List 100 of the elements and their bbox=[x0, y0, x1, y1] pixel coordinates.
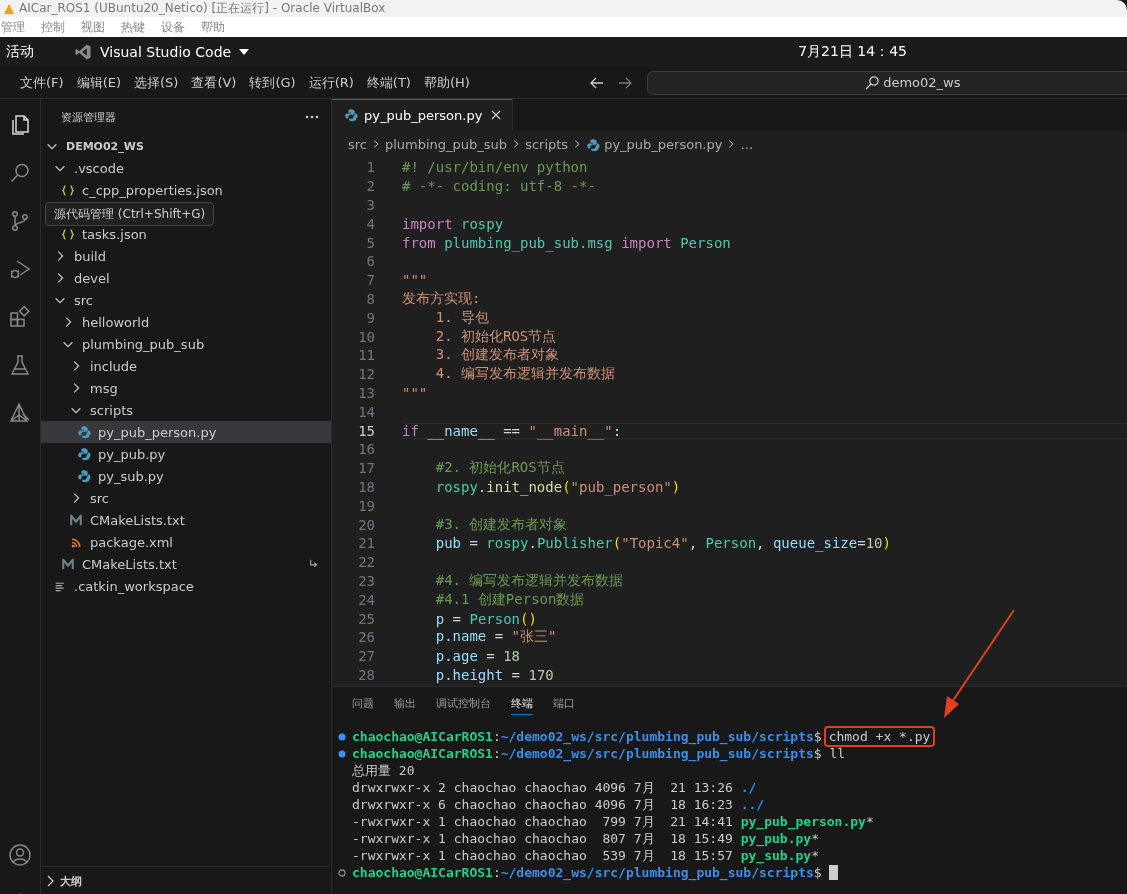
search-field[interactable]: demo02_ws bbox=[646, 70, 1127, 95]
zigzag-icon bbox=[69, 513, 83, 527]
tree-item[interactable]: CMakeLists.txt bbox=[41, 553, 331, 575]
terminal-line: chaochao@AICarROS1:~/demo02_ws/src/plumbing_pub_sub/scripts$ ll bbox=[352, 746, 846, 761]
menu-item[interactable]: 运行(R) bbox=[304, 70, 358, 95]
line-number: 1 bbox=[365, 159, 375, 176]
tree-item[interactable]: msg bbox=[41, 377, 331, 399]
code-line: pub = rospy.Publisher("Topic4", Person, queue_size=10) bbox=[434, 535, 891, 552]
triangle-tool-icon[interactable] bbox=[8, 401, 32, 425]
menu-item[interactable]: 帮助 bbox=[200, 18, 226, 36]
panel-tab[interactable]: 问题 bbox=[352, 691, 374, 715]
code-line: 4. 编写发布逻辑并发布数据 bbox=[434, 365, 615, 384]
tree-item[interactable]: CMakeLists.txt bbox=[41, 509, 331, 531]
app-menu[interactable]: Visual Studio Code bbox=[74, 43, 250, 61]
menu-item[interactable]: 设备 bbox=[160, 18, 186, 36]
clock[interactable]: 7月21日 14：45 bbox=[798, 43, 907, 61]
line-number: 20 bbox=[357, 516, 375, 533]
chevron-right-icon bbox=[47, 875, 54, 887]
menu-item[interactable]: 转到(G) bbox=[245, 70, 300, 95]
panel-tab[interactable]: 端口 bbox=[553, 691, 575, 715]
menu-item[interactable]: 管理 bbox=[0, 18, 26, 36]
panel-tab[interactable]: 终端 bbox=[511, 691, 533, 715]
line-number: 18 bbox=[357, 478, 375, 495]
more-icon[interactable] bbox=[305, 115, 319, 119]
tree-item[interactable]: scripts bbox=[41, 399, 331, 421]
line-number: 19 bbox=[357, 497, 375, 514]
line-number: 6 bbox=[365, 253, 375, 270]
status-dot-icon bbox=[338, 868, 346, 877]
activities-button[interactable]: 活动 bbox=[6, 43, 34, 61]
tree-item[interactable]: .catkin_workspace bbox=[41, 575, 331, 597]
code-line: """ bbox=[402, 384, 428, 401]
app-icon bbox=[3, 2, 15, 15]
flask-icon[interactable] bbox=[8, 353, 32, 377]
tree-item[interactable]: DEMO02_WS bbox=[41, 135, 331, 157]
line-number: 25 bbox=[357, 610, 375, 627]
code-line: p.name = "张三" bbox=[434, 628, 557, 647]
caret-icon bbox=[239, 49, 250, 55]
terminal-line: -rwxrwxr-x 1 chaochao chaochao 799 7月 21 14:41 py_pub_person.py* bbox=[352, 812, 874, 831]
terminal-line: drwxrwxr-x 6 chaochao chaochao 4096 7月 18 16:23 ../ bbox=[352, 795, 765, 814]
tree-item[interactable]: tasks.json bbox=[41, 223, 331, 245]
line-number: 2 bbox=[365, 178, 375, 195]
line-number: 23 bbox=[357, 572, 375, 589]
tree-item[interactable]: plumbing_pub_sub bbox=[41, 333, 331, 355]
tree-item[interactable]: c_cpp_properties.json bbox=[41, 179, 331, 201]
breadcrumb-item[interactable]: … bbox=[740, 137, 754, 152]
tree-item[interactable]: src bbox=[41, 289, 331, 311]
outline-section[interactable]: 大纲 bbox=[41, 866, 331, 894]
menu-item[interactable]: 控制 bbox=[40, 18, 66, 36]
terminal-line: -rwxrwxr-x 1 chaochao chaochao 539 7月 18 15:57 py_sub.py* bbox=[352, 847, 819, 865]
breadcrumb-item[interactable]: plumbing_pub_sub bbox=[385, 137, 508, 152]
tree-item[interactable]: py_pub.py bbox=[41, 443, 331, 465]
line-number: 4 bbox=[365, 215, 375, 232]
line-number: 10 bbox=[357, 328, 375, 345]
tree-item[interactable]: include bbox=[41, 355, 331, 377]
tree-item[interactable]: helloworld bbox=[41, 311, 331, 333]
code-line: # -*- coding: utf-8 -*- bbox=[402, 178, 596, 195]
breadcrumb-item[interactable]: py_pub_person.py bbox=[586, 137, 723, 152]
breadcrumb-item[interactable]: src bbox=[348, 137, 367, 152]
search-icon[interactable] bbox=[8, 161, 32, 185]
tree-item[interactable]: src bbox=[41, 487, 331, 509]
panel-tab[interactable]: 调试控制台 bbox=[436, 691, 491, 715]
menu-item[interactable]: 终端(T) bbox=[362, 70, 415, 95]
tree-item[interactable]: py_sub.py bbox=[41, 465, 331, 487]
chevron-right-icon bbox=[371, 137, 381, 151]
menu-item[interactable]: 热键 bbox=[120, 18, 146, 36]
tree-item[interactable]: build bbox=[41, 245, 331, 267]
tooltip: 源代码管理 (Ctrl+Shift+G) bbox=[45, 202, 215, 226]
run-debug-icon[interactable] bbox=[8, 257, 32, 281]
editor-tab[interactable]: py_pub_person.py bbox=[332, 99, 514, 131]
menu-item[interactable]: 编辑(E) bbox=[72, 70, 125, 95]
tree-item[interactable]: package.xml bbox=[41, 531, 331, 553]
line-number: 28 bbox=[357, 666, 375, 683]
breadcrumb-item[interactable]: scripts bbox=[525, 137, 569, 152]
python-icon bbox=[344, 108, 358, 122]
menu-item[interactable]: 查看(V) bbox=[187, 70, 241, 95]
menu-item[interactable]: 视图 bbox=[80, 18, 106, 36]
tree-item[interactable]: py_pub_person.py bbox=[41, 421, 331, 443]
panel-tab[interactable]: 输出 bbox=[394, 691, 416, 715]
tree-item[interactable]: devel bbox=[41, 267, 331, 289]
code-line: 发布方实现: bbox=[402, 289, 481, 308]
menu-item[interactable]: 帮助(H) bbox=[419, 70, 474, 95]
line-number: 21 bbox=[357, 535, 375, 552]
search-icon bbox=[865, 75, 880, 90]
extensions-icon[interactable] bbox=[8, 305, 32, 329]
status-dot-icon bbox=[338, 749, 346, 758]
zigzag-icon bbox=[61, 557, 75, 571]
menu-item[interactable]: 文件(F) bbox=[16, 70, 68, 95]
line-number: 24 bbox=[357, 591, 375, 608]
line-number: 7 bbox=[365, 272, 375, 289]
code-line: """ bbox=[402, 272, 428, 289]
code-line: #! /usr/bin/env python bbox=[402, 159, 588, 176]
tree-item[interactable]: .vscode bbox=[41, 157, 331, 179]
code-line: rospy.init_node("pub_person") bbox=[434, 478, 681, 495]
vscode-icon bbox=[74, 43, 92, 61]
braces-icon bbox=[62, 228, 74, 240]
menu-item[interactable]: 选择(S) bbox=[130, 70, 183, 95]
line-number: 9 bbox=[365, 309, 375, 326]
account-icon[interactable] bbox=[8, 843, 32, 867]
terminal-line: -rwxrwxr-x 1 chaochao chaochao 807 7月 18 15:49 py_pub.py* bbox=[352, 830, 819, 848]
line-number: 16 bbox=[357, 441, 375, 458]
